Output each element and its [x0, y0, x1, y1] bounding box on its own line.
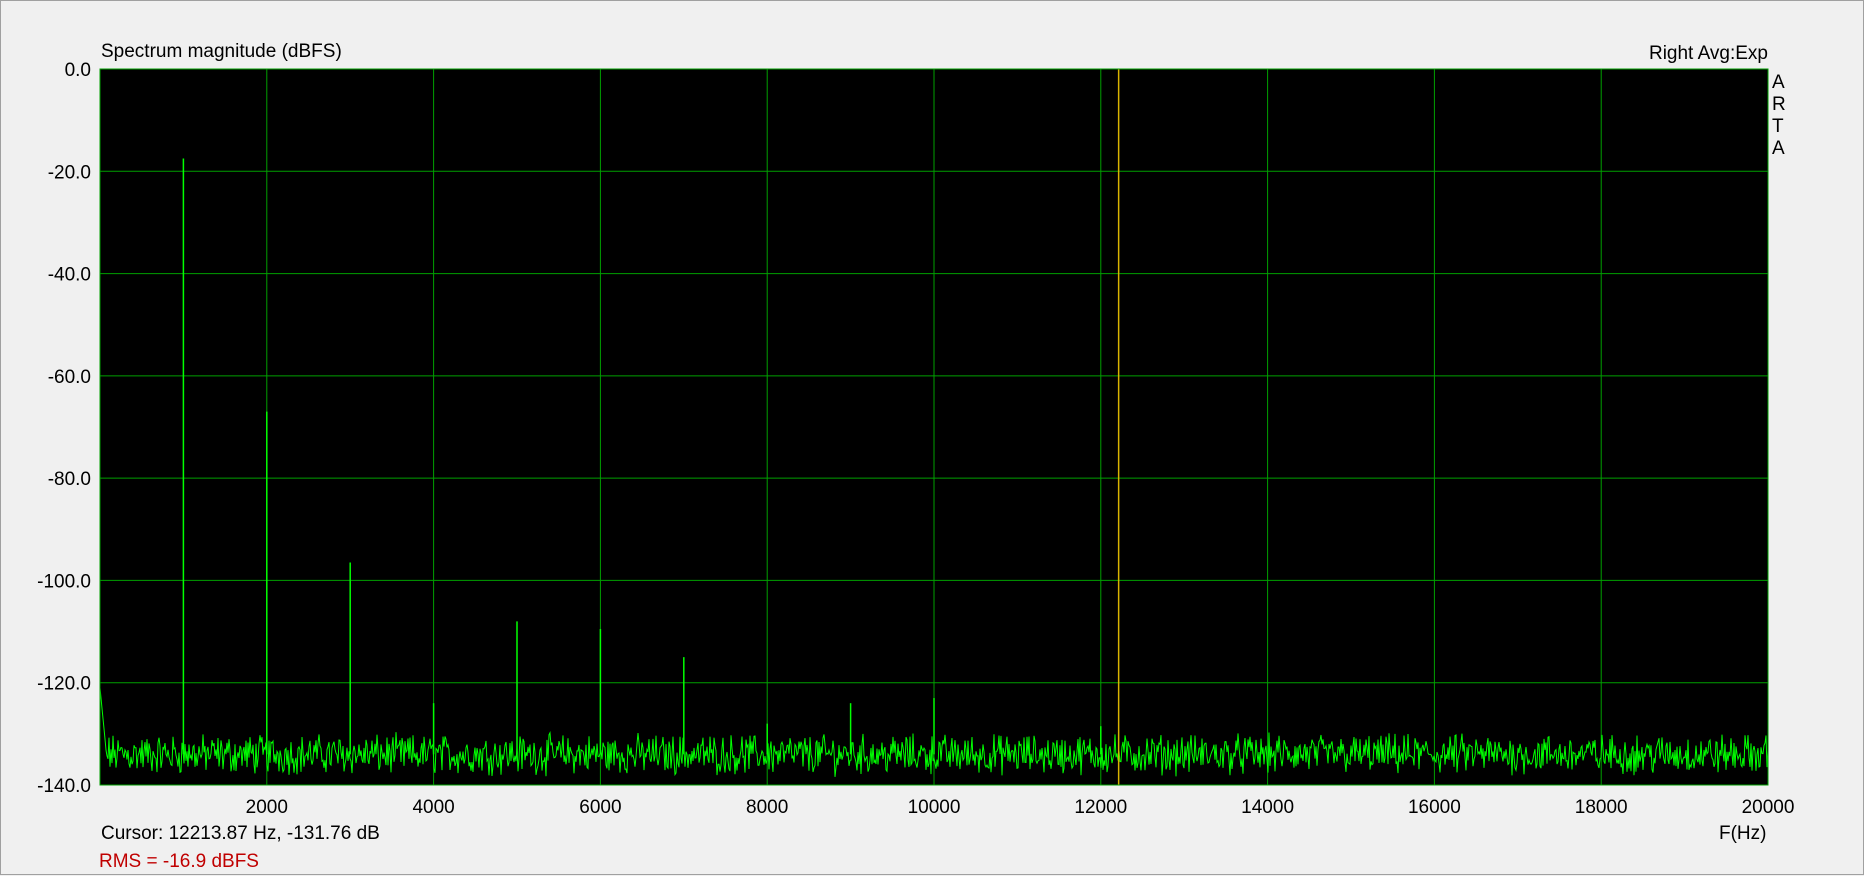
spectrum-chart[interactable]: Spectrum magnitude (dBFS) Right Avg:Exp …: [1, 1, 1864, 876]
rms-readout: RMS = -16.9 dBFS: [99, 851, 259, 872]
x-tick-labels: 2000 4000 6000 8000 10000 12000 14000 16000 1800…: [246, 797, 1795, 818]
brand-letter: R: [1772, 94, 1786, 115]
x-tick-label: 10000: [908, 797, 961, 818]
brand-letters: ARTA: [1772, 72, 1786, 159]
brand-letter: T: [1772, 116, 1784, 137]
y-tick-label: -120.0: [37, 674, 91, 695]
y-tick-label: -60.0: [48, 367, 91, 388]
x-axis-label: F(Hz): [1719, 823, 1766, 844]
x-tick-label: 20000: [1742, 797, 1795, 818]
x-tick-label: 18000: [1575, 797, 1628, 818]
x-tick-label: 12000: [1074, 797, 1127, 818]
y-tick-label: 0.0: [65, 60, 91, 81]
brand-letter: A: [1772, 138, 1785, 159]
x-tick-label: 8000: [746, 797, 788, 818]
x-tick-label: 6000: [579, 797, 621, 818]
brand-letter: A: [1772, 72, 1785, 93]
arta-spectrum-window: Spectrum magnitude (dBFS) Right Avg:Exp …: [0, 0, 1864, 875]
y-tick-label: -40.0: [48, 265, 91, 286]
y-tick-label: -140.0: [37, 776, 91, 797]
x-tick-label: 2000: [246, 797, 288, 818]
y-tick-label: -100.0: [37, 571, 91, 592]
x-tick-label: 4000: [412, 797, 454, 818]
x-tick-label: 14000: [1241, 797, 1294, 818]
y-tick-label: -80.0: [48, 469, 91, 490]
y-tick-label: -20.0: [48, 162, 91, 183]
cursor-readout: Cursor: 12213.87 Hz, -131.76 dB: [101, 823, 380, 844]
x-tick-label: 16000: [1408, 797, 1461, 818]
y-tick-labels: 0.0 -20.0 -40.0 -60.0 -80.0 -100.0 -120.0 -140.…: [37, 60, 91, 797]
mode-label: Right Avg:Exp: [1649, 43, 1768, 64]
chart-title: Spectrum magnitude (dBFS): [101, 41, 342, 62]
